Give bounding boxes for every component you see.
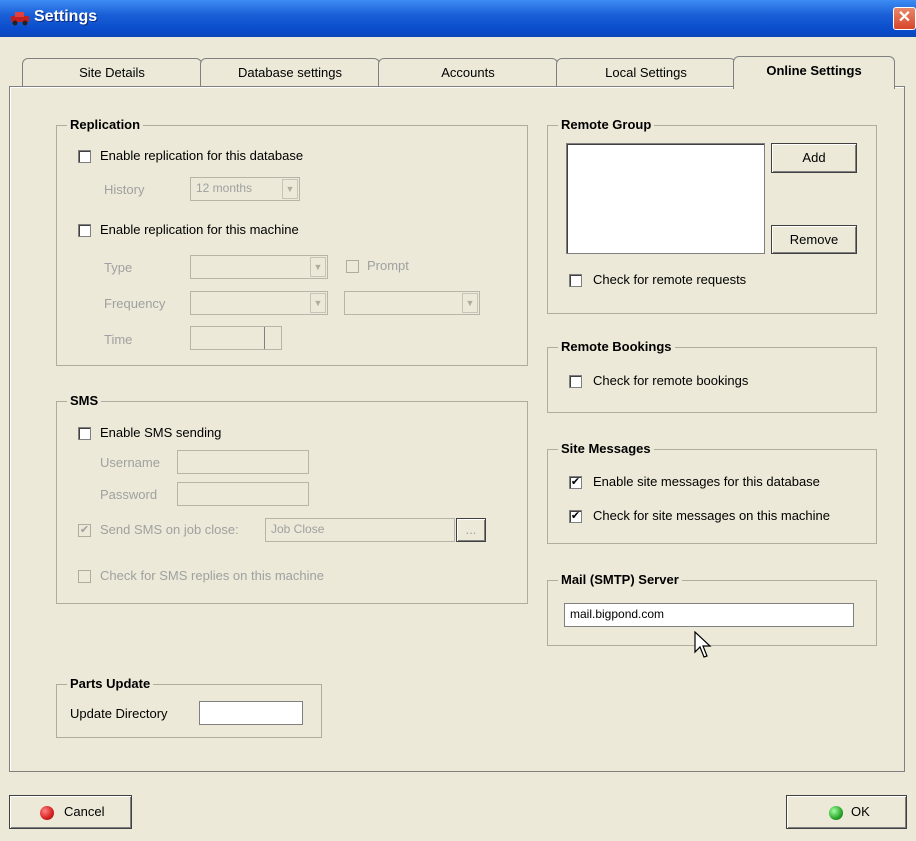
password-label: Password — [100, 487, 158, 502]
ok-button[interactable]: OK — [786, 795, 907, 829]
check-sms-replies-checkbox[interactable] — [78, 570, 91, 583]
password-field[interactable] — [177, 482, 309, 506]
frequency-label: Frequency — [104, 296, 166, 311]
tab-local-settings[interactable]: Local Settings — [556, 58, 736, 88]
send-on-close-checkbox[interactable]: ✔ — [78, 524, 91, 537]
send-on-close-field[interactable]: Job Close — [265, 518, 455, 542]
remote-group-list[interactable] — [566, 143, 765, 254]
type-label: Type — [104, 260, 133, 275]
check-remote-bookings-label: Check for remote bookings — [593, 373, 749, 388]
history-value: 12 months — [196, 181, 253, 195]
enable-replication-machine-label: Enable replication for this machine — [100, 222, 299, 237]
check-site-messages-machine-label: Check for site messages on this machine — [593, 508, 830, 523]
chevron-down-icon: ▼ — [310, 293, 326, 313]
enable-replication-machine-checkbox[interactable] — [78, 224, 91, 237]
username-label: Username — [100, 455, 160, 470]
parts-update-legend: Parts Update — [67, 676, 154, 691]
username-field[interactable] — [177, 450, 309, 474]
update-directory-label: Update Directory — [70, 706, 168, 721]
tab-database-settings[interactable]: Database settings — [200, 58, 380, 88]
remote-bookings-legend: Remote Bookings — [558, 339, 675, 354]
tab-online-settings[interactable]: Online Settings — [733, 56, 895, 89]
sms-legend: SMS — [67, 393, 102, 408]
enable-site-messages-db-checkbox[interactable]: ✔ — [569, 476, 582, 489]
smtp-server-input[interactable]: mail.bigpond.com — [564, 603, 854, 627]
mouse-cursor-icon — [694, 631, 712, 658]
time-label: Time — [104, 332, 133, 347]
close-button[interactable]: ✕ — [893, 7, 916, 30]
red-circle-icon — [40, 806, 54, 820]
green-circle-icon — [829, 806, 843, 820]
chevron-down-icon: ▼ — [282, 179, 298, 199]
frequency-select[interactable]: ▼ — [190, 291, 328, 315]
cancel-label: Cancel — [64, 804, 105, 819]
check-site-messages-machine-checkbox[interactable]: ✔ — [569, 510, 582, 523]
car-icon — [11, 12, 29, 26]
check-sms-replies-label: Check for SMS replies on this machine — [100, 568, 324, 583]
title-bar: Settings ✕ — [0, 0, 916, 37]
send-on-close-value: Job Close — [271, 522, 325, 536]
send-on-close-label: Send SMS on job close: — [100, 522, 239, 537]
history-select[interactable]: 12 months ▼ — [190, 177, 300, 201]
tab-accounts[interactable]: Accounts — [378, 58, 558, 88]
ok-label: OK — [851, 804, 870, 819]
site-messages-legend: Site Messages — [558, 441, 654, 456]
type-select[interactable]: ▼ — [190, 255, 328, 279]
remote-group-legend: Remote Group — [558, 117, 655, 132]
enable-sms-checkbox[interactable] — [78, 427, 91, 440]
chevron-down-icon: ▼ — [310, 257, 326, 277]
prompt-label: Prompt — [367, 258, 409, 273]
replication-legend: Replication — [67, 117, 144, 132]
time-field[interactable] — [190, 326, 282, 350]
check-remote-requests-checkbox[interactable] — [569, 274, 582, 287]
chevron-down-icon: ▼ — [462, 293, 478, 313]
mail-server-legend: Mail (SMTP) Server — [558, 572, 682, 587]
enable-replication-db-checkbox[interactable] — [78, 150, 91, 163]
enable-replication-db-label: Enable replication for this database — [100, 148, 304, 163]
cancel-button[interactable]: Cancel — [9, 795, 132, 829]
frequency-unit-select[interactable]: ▼ — [344, 291, 480, 315]
add-button[interactable]: Add — [771, 143, 857, 173]
tab-site-details[interactable]: Site Details — [22, 58, 202, 88]
remove-button[interactable]: Remove — [771, 225, 857, 254]
site-messages-group: Site Messages — [547, 441, 877, 544]
check-remote-bookings-checkbox[interactable] — [569, 375, 582, 388]
enable-sms-label: Enable SMS sending — [100, 425, 222, 440]
time-spinner[interactable] — [264, 327, 281, 349]
prompt-checkbox[interactable] — [346, 260, 359, 273]
check-remote-requests-label: Check for remote requests — [593, 272, 747, 287]
history-label: History — [104, 182, 145, 197]
browse-button[interactable]: ... — [456, 518, 486, 542]
update-directory-field[interactable] — [199, 701, 303, 725]
window-title: Settings — [34, 8, 98, 25]
enable-site-messages-db-label: Enable site messages for this database — [593, 474, 820, 489]
